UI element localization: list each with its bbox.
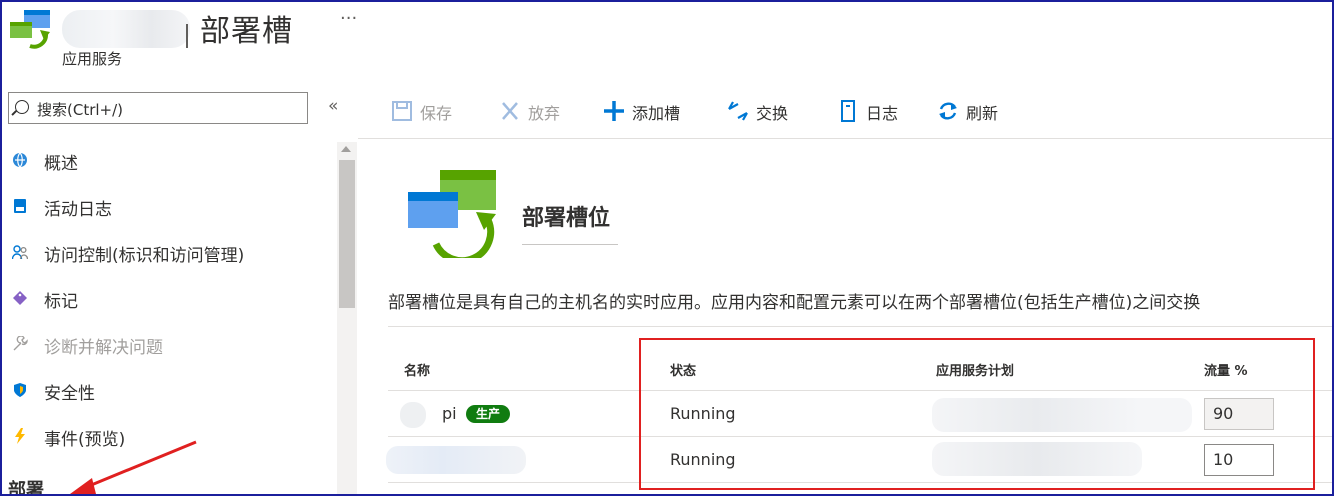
log-icon [14, 199, 26, 213]
production-badge: 生产 [466, 405, 510, 423]
scrollbar-thumb[interactable] [339, 160, 355, 308]
sidebar-item-label: 活动日志 [44, 200, 112, 220]
redacted-app-name [62, 10, 190, 48]
more-options-button[interactable]: ··· [340, 8, 357, 29]
save-label: 保存 [420, 104, 453, 123]
annotation-arrow [70, 440, 197, 494]
logs-label: 日志 [866, 104, 899, 123]
sidebar-item-label: 访问控制(标识和访问管理) [44, 246, 245, 266]
add-slot-label: 添加槽 [632, 104, 681, 123]
people-icon [12, 245, 28, 260]
column-header-name[interactable]: 名称 [404, 360, 430, 379]
page-title: 部署槽 [200, 14, 293, 49]
slot-name-link[interactable]: pi [442, 404, 457, 423]
toolbar-divider [358, 138, 1332, 139]
search-input[interactable]: 搜索(Ctrl+/) [8, 92, 308, 124]
sidebar-item-label: 诊断并解决问题 [44, 338, 163, 358]
title-underline [522, 244, 618, 245]
highlight-box [639, 338, 1315, 490]
collapse-sidebar-button[interactable]: « [328, 96, 338, 116]
sidebar-item-tags[interactable]: 标记 [8, 280, 332, 326]
plus-icon [604, 101, 624, 121]
tag-icon [13, 291, 27, 305]
sidebar-item-overview[interactable]: 概述 [8, 142, 332, 188]
globe-icon [13, 152, 27, 168]
sidebar-section-deployment: 部署 [8, 480, 44, 496]
sidebar-item-security[interactable]: 安全性 [8, 372, 332, 418]
search-icon [15, 100, 29, 114]
wrench-icon [13, 336, 28, 351]
sidebar-item-label: 概述 [44, 154, 78, 174]
sidebar-item-diagnose[interactable]: 诊断并解决问题 [8, 326, 332, 372]
sidebar-item-activity-log[interactable]: 活动日志 [8, 188, 332, 234]
sidebar-scrollbar[interactable] [337, 142, 357, 494]
sidebar-item-label: 标记 [44, 292, 78, 312]
document-icon [841, 100, 855, 122]
deployment-slots-icon [408, 170, 496, 258]
refresh-label: 刷新 [966, 104, 999, 123]
title-separator [186, 24, 188, 48]
scroll-up-icon[interactable] [341, 146, 351, 152]
app-service-slots-icon [10, 10, 50, 49]
sidebar-item-access-control[interactable]: 访问控制(标识和访问管理) [8, 234, 332, 280]
refresh-icon [939, 102, 957, 120]
save-icon [392, 101, 412, 121]
content-title: 部署槽位 [522, 206, 611, 231]
redacted-slot-name[interactable] [386, 446, 526, 474]
table-top-border [388, 326, 1332, 327]
swap-label: 交换 [756, 104, 789, 123]
sidebar-item-label: 安全性 [44, 384, 95, 404]
close-icon [502, 102, 518, 120]
swap-icon [728, 101, 748, 121]
redacted-slot-name [400, 402, 426, 428]
sidebar-nav: 概述 活动日志 访问控制(标识和访问管理) 标记 诊断并解决问题 安全性 事件(… [8, 142, 332, 464]
search-placeholder: 搜索(Ctrl+/) [37, 101, 124, 119]
shield-icon [14, 383, 26, 397]
discard-label: 放弃 [528, 104, 561, 123]
description-text: 部署槽位是具有自己的主机名的实时应用。应用内容和配置元素可以在两个部署槽位(包括… [388, 293, 1201, 313]
resource-type-label: 应用服务 [62, 50, 123, 68]
lightning-icon [15, 428, 25, 444]
app-window: 部署槽 ··· 应用服务 搜索(Ctrl+/) « 概述 活动日志 访问控制(标… [0, 0, 1334, 496]
